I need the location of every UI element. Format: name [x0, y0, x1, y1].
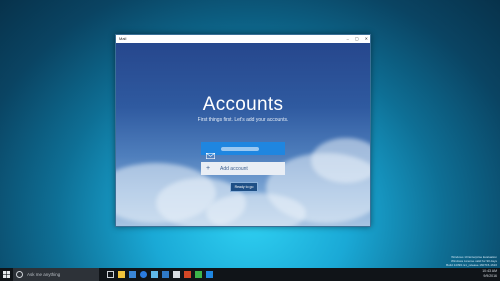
store-icon[interactable]	[129, 271, 136, 278]
file-explorer-icon[interactable]	[118, 271, 125, 278]
existing-account-item[interactable]	[201, 142, 285, 159]
minimize-button[interactable]: –	[347, 35, 349, 43]
task-view-icon[interactable]	[107, 271, 114, 278]
page-title: Accounts	[202, 94, 284, 115]
media-icon[interactable]	[151, 271, 158, 278]
account-email-redacted	[221, 146, 259, 151]
taskbar: Ask me anything 10:43 AM 9/9/2016	[0, 268, 500, 281]
desktop-watermark: Windows 10 Enterprise Evaluation Windows…	[446, 255, 497, 267]
settings-icon[interactable]	[173, 271, 180, 278]
tray-date: 9/9/2016	[483, 274, 497, 278]
watermark-line: Build 14393.rs1_release.160715-1616	[446, 263, 497, 267]
mail-icon[interactable]	[206, 271, 213, 278]
window-controls: – ▢ ✕	[347, 35, 368, 43]
cortana-icon	[16, 271, 23, 278]
accounts-panel: Accounts First things first. Let's add y…	[116, 43, 370, 226]
system-tray-clock[interactable]: 10:43 AM 9/9/2016	[482, 269, 497, 279]
search-placeholder: Ask me anything	[27, 272, 61, 277]
edge-icon[interactable]	[140, 271, 147, 278]
mail-icon	[206, 146, 215, 159]
cloud-bg	[206, 193, 306, 226]
ready-to-go-button[interactable]: Ready to go	[230, 182, 258, 192]
plus-icon: +	[206, 165, 211, 172]
page-subtitle: First things first. Let's add your accou…	[197, 117, 289, 123]
office-icon[interactable]	[184, 271, 191, 278]
close-button[interactable]: ✕	[365, 35, 368, 43]
start-button[interactable]	[0, 268, 13, 281]
windows-logo-icon	[3, 271, 10, 278]
add-account-button[interactable]: + Add account	[201, 162, 285, 175]
mail-app-window: Mail – ▢ ✕ Accounts First things first. …	[115, 34, 371, 227]
taskbar-pinned-apps	[107, 271, 213, 278]
taskbar-search-box[interactable]: Ask me anything	[13, 268, 99, 281]
window-title: Mail	[119, 36, 127, 41]
photos-icon[interactable]	[162, 271, 169, 278]
maximize-button[interactable]: ▢	[355, 35, 359, 43]
add-account-label: Add account	[220, 165, 248, 172]
app-icon[interactable]	[195, 271, 202, 278]
window-titlebar[interactable]: Mail – ▢ ✕	[116, 35, 370, 43]
